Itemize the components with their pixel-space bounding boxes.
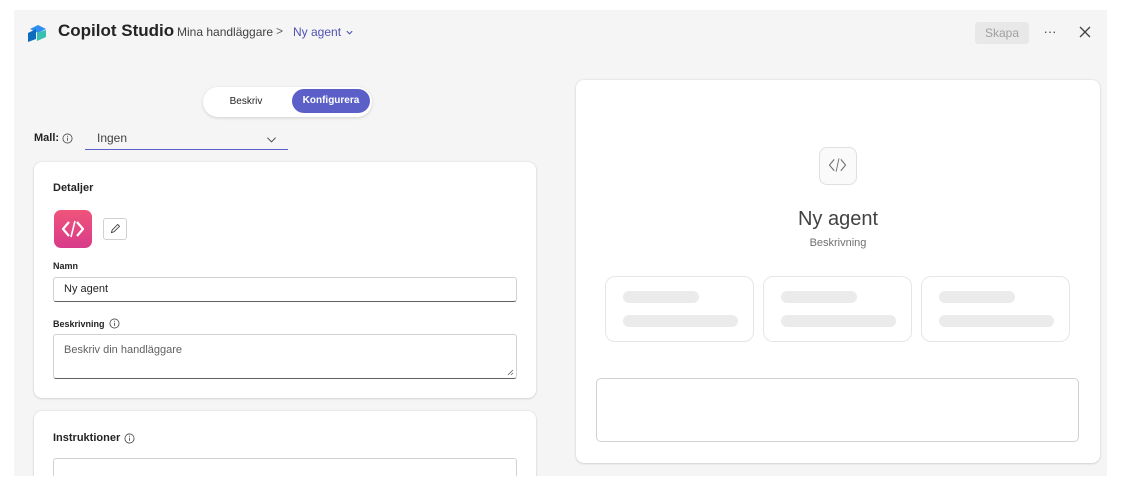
instructions-textarea[interactable] [53, 458, 517, 476]
create-button[interactable]: Skapa [975, 22, 1029, 44]
code-brackets-icon [828, 158, 847, 172]
preview-agent-name: Ny agent [797, 208, 879, 230]
preview-chat-input[interactable] [596, 378, 1079, 442]
details-title: Detaljer [53, 182, 94, 194]
suggested-prompt-placeholder [763, 276, 912, 342]
preview-agent-icon [819, 147, 857, 185]
app-window: Copilot Studio Mina handläggare > Ny age… [14, 10, 1107, 476]
copilot-studio-logo-icon [28, 25, 46, 42]
pencil-icon [110, 224, 120, 234]
agent-preview-panel: Ny agent Beskrivning [576, 80, 1100, 463]
breadcrumb-separator: > [276, 24, 284, 38]
template-label: Mall: [34, 132, 60, 144]
info-icon[interactable] [62, 133, 73, 144]
description-label-group: Beskrivning [53, 318, 120, 329]
edit-icon-button[interactable] [103, 218, 127, 240]
info-icon[interactable] [124, 433, 135, 444]
name-label: Namn [53, 261, 79, 271]
description-placeholder: Beskriv din handläggare [64, 344, 183, 356]
suggested-prompt-placeholder [921, 276, 1070, 342]
instructions-title-group: Instruktioner [53, 432, 135, 444]
skeleton-line [623, 315, 738, 327]
skeleton-line [781, 315, 896, 327]
app-title: Copilot Studio [58, 21, 175, 40]
close-icon[interactable] [1075, 22, 1095, 42]
chevron-down-icon [346, 30, 353, 35]
template-label-group: Mall: [34, 132, 73, 144]
top-bar: Copilot Studio Mina handläggare > Ny age… [14, 10, 1107, 54]
name-input[interactable]: Ny agent [53, 277, 517, 302]
instructions-card: Instruktioner [34, 411, 536, 476]
breadcrumb-current-dropdown[interactable]: Ny agent [293, 25, 354, 39]
info-icon[interactable] [109, 318, 120, 329]
skeleton-line [623, 291, 699, 303]
details-card: Detaljer Namn Ny agent Beskrivning Beskr [34, 162, 536, 398]
skeleton-line [781, 291, 857, 303]
tab-konfigurera[interactable]: Konfigurera [292, 89, 370, 113]
breadcrumb-current-label: Ny agent [293, 25, 342, 39]
tab-beskriv[interactable]: Beskriv [211, 91, 281, 113]
mode-toggle: Beskriv Konfigurera [203, 87, 372, 117]
breadcrumb-parent-link[interactable]: Mina handläggare [177, 25, 273, 39]
preview-agent-description: Beskrivning [809, 237, 867, 249]
description-label: Beskrivning [53, 318, 105, 329]
resize-handle-icon[interactable] [507, 369, 514, 376]
suggested-prompt-placeholder [605, 276, 754, 342]
skeleton-line [939, 291, 1015, 303]
more-options-button[interactable]: ··· [1038, 20, 1062, 44]
instructions-title: Instruktioner [53, 432, 121, 444]
template-value: Ingen [97, 131, 128, 145]
chevron-down-icon [267, 137, 276, 143]
agent-avatar [54, 210, 92, 248]
description-textarea[interactable]: Beskriv din handläggare [53, 334, 517, 379]
skeleton-line [939, 315, 1054, 327]
template-dropdown[interactable]: Ingen [85, 128, 288, 150]
code-brackets-icon [61, 220, 85, 238]
